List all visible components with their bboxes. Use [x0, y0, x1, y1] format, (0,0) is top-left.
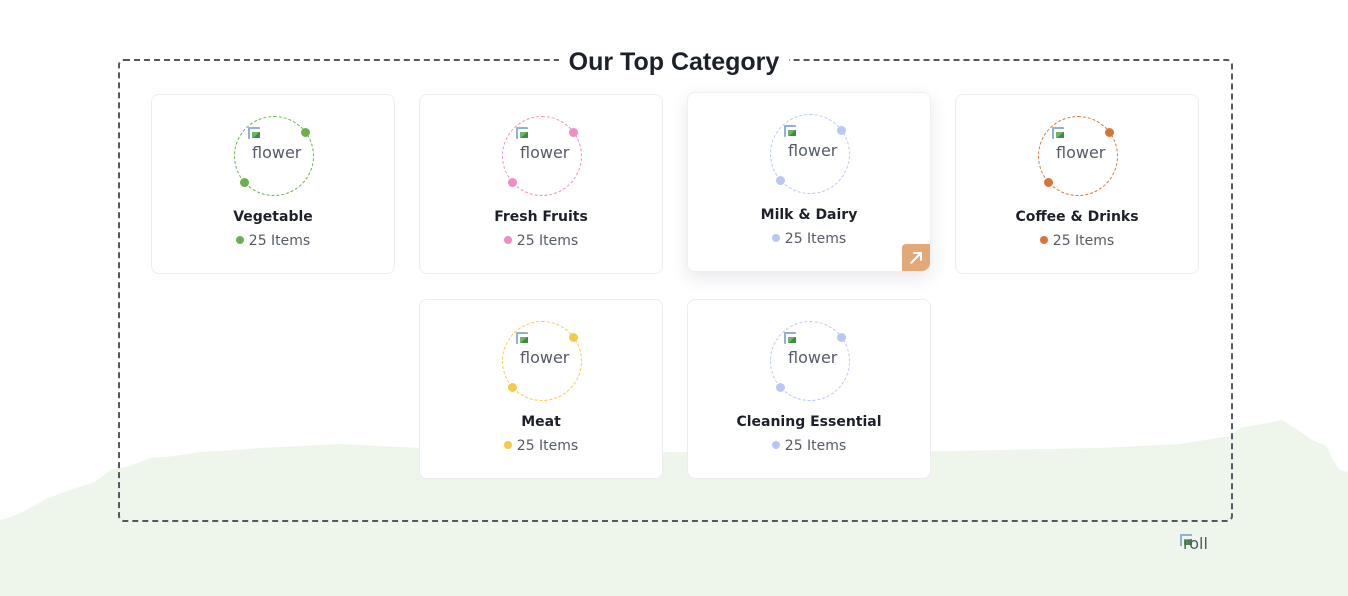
category-count-text: 25 Items	[784, 438, 847, 454]
category-image-ring: flower	[234, 116, 314, 196]
category-image: flower	[516, 332, 571, 374]
category-image: flower	[1052, 127, 1107, 169]
category-count-text: 25 Items	[516, 233, 579, 249]
image-alt-text: roll	[1183, 534, 1208, 553]
ring-dot	[508, 383, 517, 392]
count-bullet-icon	[235, 236, 244, 244]
category-card-vegetable[interactable]: flower Vegetable 25 Items	[151, 94, 395, 274]
image-alt-text: flower	[520, 348, 570, 367]
section-title: Our Top Category	[558, 44, 790, 80]
ring-dot	[1044, 178, 1053, 187]
count-bullet-icon	[771, 441, 780, 449]
image-alt-text: flower	[252, 143, 302, 162]
category-image-ring: flower	[1038, 116, 1118, 196]
count-bullet-icon	[1039, 236, 1048, 244]
image-alt-text: flower	[788, 348, 838, 367]
category-count-text: 25 Items	[248, 233, 311, 249]
image-alt-text: flower	[1056, 143, 1106, 162]
category-name: Milk & Dairy	[760, 207, 858, 223]
roll-decor-image: roll	[1180, 534, 1208, 554]
category-count-text: 25 Items	[516, 438, 579, 454]
ring-dot	[240, 178, 249, 187]
category-name: Vegetable	[233, 209, 313, 225]
category-card-coffee-drinks[interactable]: flower Coffee & Drinks 25 Items	[955, 94, 1199, 274]
image-alt-text: flower	[788, 141, 838, 160]
broken-image-icon	[516, 127, 528, 139]
category-count: 25 Items	[688, 231, 930, 247]
category-image-ring: flower	[502, 321, 582, 401]
category-image: flower	[784, 332, 839, 374]
category-count: 25 Items	[152, 233, 394, 249]
broken-image-icon	[1052, 127, 1064, 139]
category-count: 25 Items	[420, 438, 662, 454]
category-card-fresh-fruits[interactable]: flower Fresh Fruits 25 Items	[419, 94, 663, 274]
category-image: flower	[784, 125, 839, 167]
image-alt-text: flower	[520, 143, 570, 162]
category-name: Coffee & Drinks	[1015, 209, 1139, 225]
category-card-cleaning-essential[interactable]: flower Cleaning Essential 25 Items	[687, 299, 931, 479]
category-count-text: 25 Items	[1052, 233, 1115, 249]
count-bullet-icon	[771, 234, 780, 242]
category-card-meat[interactable]: flower Meat 25 Items	[419, 299, 663, 479]
count-bullet-icon	[503, 441, 512, 449]
category-count: 25 Items	[956, 233, 1198, 249]
broken-image-icon	[784, 332, 796, 344]
category-name: Cleaning Essential	[736, 414, 882, 430]
broken-image-icon	[516, 332, 528, 344]
category-card-milk-dairy[interactable]: flower Milk & Dairy 25 Items	[687, 92, 931, 272]
category-image: flower	[516, 127, 571, 169]
category-count: 25 Items	[420, 233, 662, 249]
category-name: Meat	[521, 414, 561, 430]
ring-dot	[508, 178, 517, 187]
category-image: flower	[248, 127, 303, 169]
broken-image-icon	[248, 127, 260, 139]
category-name: Fresh Fruits	[494, 209, 588, 225]
broken-image-icon	[784, 125, 796, 137]
category-image-ring: flower	[770, 114, 850, 194]
category-count: 25 Items	[688, 438, 930, 454]
category-image-ring: flower	[770, 321, 850, 401]
category-count-text: 25 Items	[784, 231, 847, 247]
open-category-button[interactable]	[902, 244, 930, 271]
count-bullet-icon	[503, 236, 512, 244]
arrow-up-right-icon	[910, 251, 922, 264]
ring-dot	[776, 383, 785, 392]
ring-dot	[776, 176, 785, 185]
category-image-ring: flower	[502, 116, 582, 196]
